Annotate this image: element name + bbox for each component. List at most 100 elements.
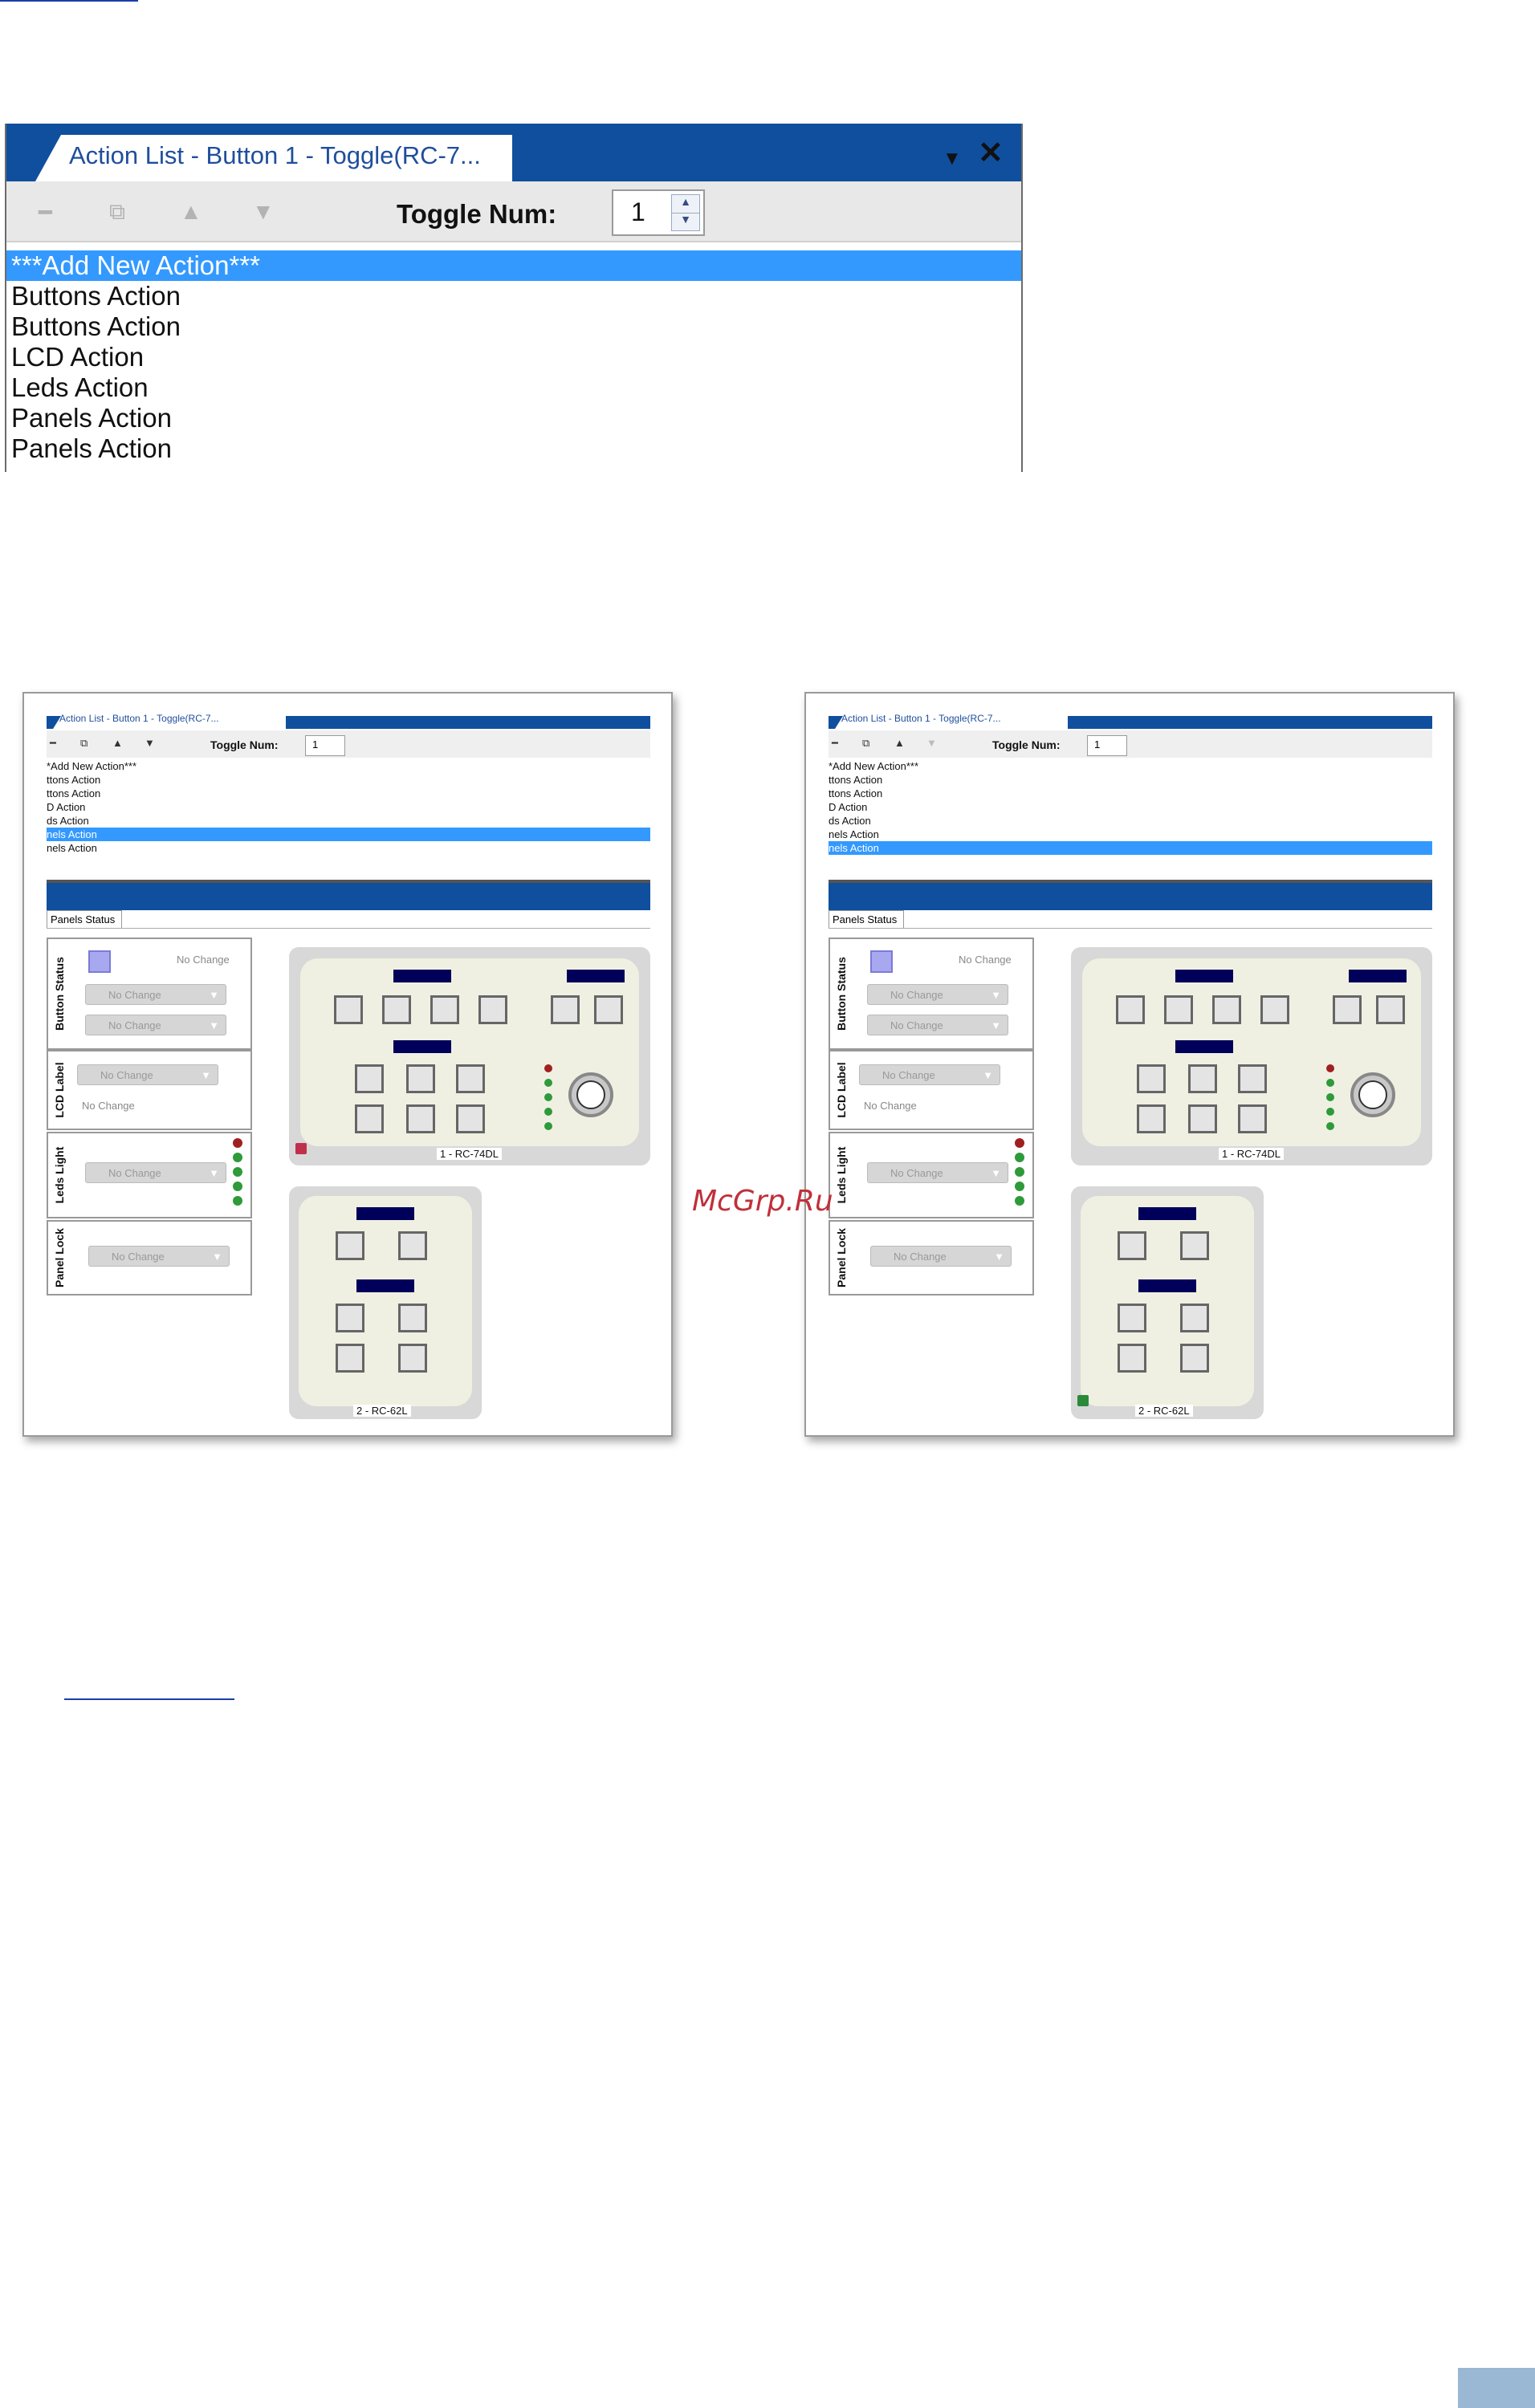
panel-key[interactable] (1180, 1304, 1209, 1332)
led-green-icon[interactable] (233, 1167, 242, 1177)
list-item[interactable]: ds Action (829, 814, 1432, 828)
panel-key[interactable] (355, 1104, 384, 1133)
unlock-icon[interactable] (1077, 1395, 1089, 1406)
remove-icon[interactable]: ━ (50, 737, 56, 750)
list-item[interactable]: ttons Action (47, 773, 650, 787)
led-green-icon[interactable] (233, 1153, 242, 1162)
panel-key[interactable] (355, 1064, 384, 1093)
down-arrow-icon[interactable]: ▼ (252, 199, 275, 225)
list-item[interactable]: Panels Action (6, 433, 1021, 464)
button-status-dropdown-1[interactable]: No Change ▼ (85, 984, 226, 1005)
panel-key[interactable] (1180, 1344, 1209, 1373)
volume-knob-icon[interactable] (1350, 1072, 1395, 1117)
volume-knob-icon[interactable] (568, 1072, 613, 1117)
list-item[interactable]: Leds Action (6, 372, 1021, 403)
panel-key[interactable] (1376, 995, 1405, 1024)
panel-lock-dropdown[interactable]: No Change ▼ (870, 1246, 1012, 1267)
panel-key[interactable] (398, 1344, 427, 1373)
panel-key[interactable] (334, 995, 363, 1024)
list-item[interactable]: ***Add New Action*** (6, 250, 1021, 281)
lcd-label-dropdown[interactable]: No Change ▼ (77, 1064, 218, 1085)
toggle-num-stepper[interactable]: 1 (305, 735, 345, 756)
led-red-icon[interactable] (1015, 1138, 1024, 1148)
dropdown-arrow-icon[interactable]: ▼ (943, 148, 962, 170)
leds-light-dropdown[interactable]: No Change ▼ (867, 1162, 1008, 1183)
bottom-link-underline[interactable] (64, 1698, 234, 1700)
leds-light-dropdown[interactable]: No Change ▼ (85, 1162, 226, 1183)
toggle-num-stepper[interactable]: 1 (1087, 735, 1127, 756)
list-item[interactable]: LCD Action (6, 342, 1021, 372)
led-green-icon[interactable] (1015, 1167, 1024, 1177)
led-green-icon[interactable] (233, 1196, 242, 1206)
led-red-icon[interactable] (233, 1138, 242, 1148)
panel-key[interactable] (398, 1304, 427, 1332)
tab-panels-status[interactable]: Panels Status (47, 910, 122, 929)
panel-key[interactable] (1137, 1064, 1166, 1093)
panel-key[interactable] (1118, 1304, 1146, 1332)
toggle-num-stepper[interactable]: 1 ▲ ▼ (612, 189, 705, 236)
button-status-checkbox[interactable] (870, 950, 893, 973)
led-green-icon[interactable] (1015, 1182, 1024, 1191)
lcd-label-dropdown[interactable]: No Change ▼ (859, 1064, 1000, 1085)
list-item[interactable]: nels Action (829, 828, 1432, 841)
list-item[interactable]: *Add New Action*** (47, 759, 650, 773)
toggle-num-value[interactable]: 1 (631, 197, 645, 227)
panel-key[interactable] (551, 995, 580, 1024)
up-arrow-icon[interactable]: ▲ (894, 737, 905, 749)
list-item[interactable]: Buttons Action (6, 311, 1021, 342)
panel-key[interactable] (1188, 1064, 1217, 1093)
list-item[interactable]: D Action (47, 800, 650, 814)
lock-icon[interactable] (295, 1143, 307, 1154)
panel-key[interactable] (1212, 995, 1241, 1024)
list-item[interactable]: D Action (829, 800, 1432, 814)
list-item[interactable]: nels Action (47, 841, 650, 855)
panel-key[interactable] (398, 1231, 427, 1260)
panel-key[interactable] (406, 1104, 435, 1133)
panel-key[interactable] (456, 1064, 485, 1093)
down-arrow-icon[interactable]: ▼ (926, 737, 937, 749)
top-link-underline[interactable] (0, 0, 138, 2)
panel-key[interactable] (336, 1344, 364, 1373)
panel-key[interactable] (1116, 995, 1145, 1024)
panel-key[interactable] (478, 995, 507, 1024)
panel-key[interactable] (1118, 1344, 1146, 1373)
panel-key[interactable] (406, 1064, 435, 1093)
panel-key[interactable] (456, 1104, 485, 1133)
panel-key[interactable] (1238, 1104, 1267, 1133)
list-item[interactable]: nels Action (829, 841, 1432, 855)
list-item[interactable]: ttons Action (47, 787, 650, 800)
list-item[interactable]: nels Action (47, 828, 650, 841)
panel-key[interactable] (336, 1231, 364, 1260)
panel-key[interactable] (1137, 1104, 1166, 1133)
list-item[interactable]: ds Action (47, 814, 650, 828)
list-item[interactable]: Buttons Action (6, 281, 1021, 311)
remove-icon[interactable]: ━ (832, 737, 838, 750)
copy-icon[interactable]: ⧉ (109, 199, 125, 226)
panel-lock-dropdown[interactable]: No Change ▼ (88, 1246, 230, 1267)
remove-icon[interactable]: ━ (39, 199, 52, 226)
led-green-icon[interactable] (233, 1182, 242, 1191)
list-item[interactable]: ttons Action (829, 773, 1432, 787)
down-arrow-icon[interactable]: ▼ (145, 737, 155, 749)
copy-icon[interactable]: ⧉ (862, 737, 869, 750)
button-status-checkbox[interactable] (88, 950, 111, 973)
up-arrow-icon[interactable]: ▲ (180, 199, 202, 225)
button-status-dropdown-2[interactable]: No Change ▼ (867, 1015, 1008, 1035)
led-green-icon[interactable] (1015, 1153, 1024, 1162)
stepper-down-icon[interactable]: ▼ (672, 213, 699, 230)
panel-key[interactable] (1180, 1231, 1209, 1260)
panel-key[interactable] (1118, 1231, 1146, 1260)
stepper-up-icon[interactable]: ▲ (672, 195, 699, 214)
panel-key[interactable] (1333, 995, 1362, 1024)
panel-key[interactable] (1238, 1064, 1267, 1093)
panel-key[interactable] (336, 1304, 364, 1332)
button-status-dropdown-1[interactable]: No Change ▼ (867, 984, 1008, 1005)
panel-key[interactable] (1188, 1104, 1217, 1133)
close-icon[interactable]: ✕ (978, 135, 1004, 171)
list-item[interactable]: *Add New Action*** (829, 759, 1432, 773)
panel-key[interactable] (430, 995, 459, 1024)
tab-panels-status[interactable]: Panels Status (829, 910, 904, 929)
panel-key[interactable] (1164, 995, 1193, 1024)
up-arrow-icon[interactable]: ▲ (112, 737, 123, 749)
panel-key[interactable] (382, 995, 411, 1024)
